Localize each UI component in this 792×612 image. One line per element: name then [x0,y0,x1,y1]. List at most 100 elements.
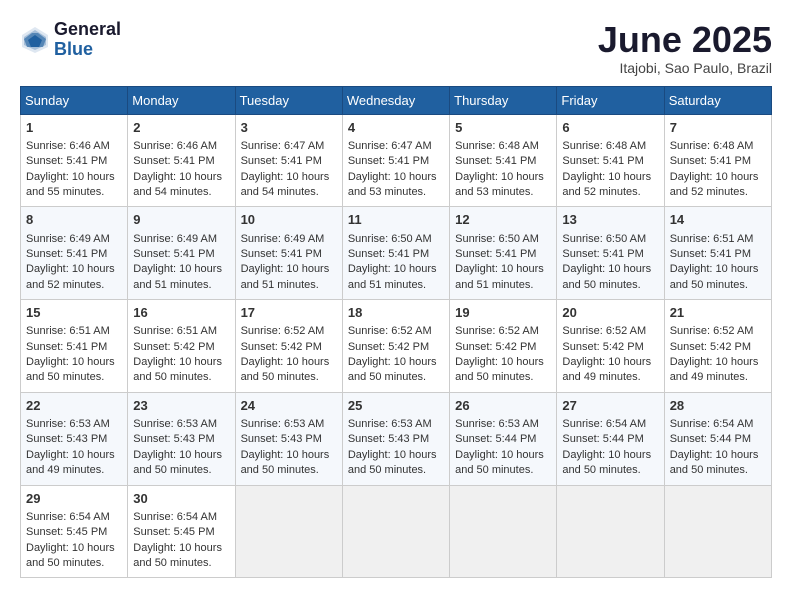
day-number: 10 [241,211,337,229]
sunset-text: Sunset: 5:42 PM [455,341,536,353]
sunrise-text: Sunrise: 6:50 AM [348,233,432,245]
calendar-cell: 29Sunrise: 6:54 AMSunset: 5:45 PMDayligh… [21,485,128,578]
calendar-cell: 8Sunrise: 6:49 AMSunset: 5:41 PMDaylight… [21,207,128,300]
daylight-text: Daylight: 10 hours and 53 minutes. [348,171,437,198]
sunset-text: Sunset: 5:41 PM [133,155,214,167]
calendar-cell: 10 Sunrise: 6:49 AM Sunset: 5:41 PM Dayligh… [235,207,342,300]
day-number: 7 [670,119,766,137]
sunrise-text: Sunrise: 6:48 AM [670,140,754,152]
sunset-text: Sunset: 5:41 PM [670,248,751,260]
daylight-text: Daylight: 10 hours and 50 minutes. [562,449,651,476]
calendar-cell: 7Sunrise: 6:48 AMSunset: 5:41 PMDaylight… [664,114,771,207]
sunset-text: Sunset: 5:43 PM [241,433,322,445]
sunset-text: Sunset: 5:42 PM [562,341,643,353]
day-header-saturday: Saturday [664,86,771,114]
day-number: 11 [348,211,444,229]
calendar-cell: 22Sunrise: 6:53 AMSunset: 5:43 PMDayligh… [21,392,128,485]
day-number: 4 [348,119,444,137]
sunset-text: Sunset: 5:43 PM [348,433,429,445]
calendar-cell [450,485,557,578]
calendar-header-row: SundayMondayTuesdayWednesdayThursdayFrid… [21,86,772,114]
sunrise-text: Sunrise: 6:51 AM [133,325,217,337]
daylight-text: Daylight: 10 hours and 50 minutes. [455,449,544,476]
sunset-text: Sunset: 5:41 PM [26,341,107,353]
day-number: 25 [348,397,444,415]
daylight-text: Daylight: 10 hours and 50 minutes. [26,356,115,383]
sunset-text: Sunset: 5:44 PM [670,433,751,445]
daylight-text: Daylight: 10 hours and 50 minutes. [670,449,759,476]
sunset-text: Sunset: 5:41 PM [241,248,322,260]
sunrise-text: Sunrise: 6:54 AM [133,511,217,523]
day-number: 18 [348,304,444,322]
day-header-monday: Monday [128,86,235,114]
daylight-text: Daylight: 10 hours and 52 minutes. [26,263,115,290]
calendar-cell: 4Sunrise: 6:47 AMSunset: 5:41 PMDaylight… [342,114,449,207]
daylight-text: Daylight: 10 hours and 51 minutes. [455,263,544,290]
sunset-text: Sunset: 5:44 PM [562,433,643,445]
day-header-tuesday: Tuesday [235,86,342,114]
calendar-cell: 30 Sunrise: 6:54 AM Sunset: 5:45 PM Dayligh… [128,485,235,578]
calendar-cell: 13Sunrise: 6:50 AMSunset: 5:41 PMDayligh… [557,207,664,300]
sunrise-text: Sunrise: 6:53 AM [348,418,432,430]
sunset-text: Sunset: 5:45 PM [26,526,107,538]
calendar-cell: 21Sunrise: 6:52 AMSunset: 5:42 PMDayligh… [664,300,771,393]
daylight-text: Daylight: 10 hours and 54 minutes. [133,171,222,198]
day-number: 2 [133,119,229,137]
calendar-cell: 12Sunrise: 6:50 AMSunset: 5:41 PMDayligh… [450,207,557,300]
daylight-text: Daylight: 10 hours and 51 minutes. [348,263,437,290]
sunset-text: Sunset: 5:45 PM [133,526,214,538]
daylight-text: Daylight: 10 hours and 55 minutes. [26,171,115,198]
sunrise-text: Sunrise: 6:53 AM [26,418,110,430]
sunrise-text: Sunrise: 6:46 AM [133,140,217,152]
sunset-text: Sunset: 5:41 PM [26,155,107,167]
sunrise-text: Sunrise: 6:51 AM [670,233,754,245]
sunrise-text: Sunrise: 6:48 AM [562,140,646,152]
calendar-week-4: 22 Sunrise: 6:53 AM Sunset: 5:43 PM Dayligh… [21,392,772,485]
day-number: 14 [670,211,766,229]
sunrise-text: Sunrise: 6:52 AM [670,325,754,337]
sunset-text: Sunset: 5:41 PM [241,155,322,167]
sunrise-text: Sunrise: 6:49 AM [241,233,325,245]
day-header-sunday: Sunday [21,86,128,114]
day-number: 9 [133,211,229,229]
daylight-text: Daylight: 10 hours and 50 minutes. [241,449,330,476]
daylight-text: Daylight: 10 hours and 53 minutes. [455,171,544,198]
daylight-text: Daylight: 10 hours and 49 minutes. [562,356,651,383]
calendar-cell: 17Sunrise: 6:52 AMSunset: 5:42 PMDayligh… [235,300,342,393]
sunset-text: Sunset: 5:42 PM [241,341,322,353]
day-number: 30 [133,490,229,508]
calendar-cell [557,485,664,578]
day-number: 8 [26,211,122,229]
sunset-text: Sunset: 5:41 PM [455,248,536,260]
day-number: 16 [133,304,229,322]
calendar-cell: 1Sunrise: 6:46 AMSunset: 5:41 PMDaylight… [21,114,128,207]
day-number: 6 [562,119,658,137]
calendar-cell: 2 Sunrise: 6:46 AM Sunset: 5:41 PM Daylight… [128,114,235,207]
sunrise-text: Sunrise: 6:49 AM [26,233,110,245]
daylight-text: Daylight: 10 hours and 50 minutes. [455,356,544,383]
day-number: 28 [670,397,766,415]
sunrise-text: Sunrise: 6:46 AM [26,140,110,152]
logo: General Blue [20,20,121,60]
daylight-text: Daylight: 10 hours and 51 minutes. [133,263,222,290]
sunset-text: Sunset: 5:43 PM [26,433,107,445]
daylight-text: Daylight: 10 hours and 51 minutes. [241,263,330,290]
daylight-text: Daylight: 10 hours and 52 minutes. [562,171,651,198]
daylight-text: Daylight: 10 hours and 50 minutes. [133,542,222,569]
logo-icon [20,25,50,55]
sunrise-text: Sunrise: 6:51 AM [26,325,110,337]
month-title: June 2025 [598,20,772,60]
calendar-week-3: 15Sunrise: 6:51 AMSunset: 5:41 PMDayligh… [21,300,772,393]
daylight-text: Daylight: 10 hours and 50 minutes. [26,542,115,569]
day-number: 23 [133,397,229,415]
day-number: 22 [26,397,122,415]
sunset-text: Sunset: 5:41 PM [562,155,643,167]
calendar-cell [664,485,771,578]
sunrise-text: Sunrise: 6:53 AM [455,418,539,430]
daylight-text: Daylight: 10 hours and 50 minutes. [348,449,437,476]
sunrise-text: Sunrise: 6:52 AM [562,325,646,337]
day-number: 26 [455,397,551,415]
sunrise-text: Sunrise: 6:49 AM [133,233,217,245]
daylight-text: Daylight: 10 hours and 50 minutes. [670,263,759,290]
day-number: 24 [241,397,337,415]
